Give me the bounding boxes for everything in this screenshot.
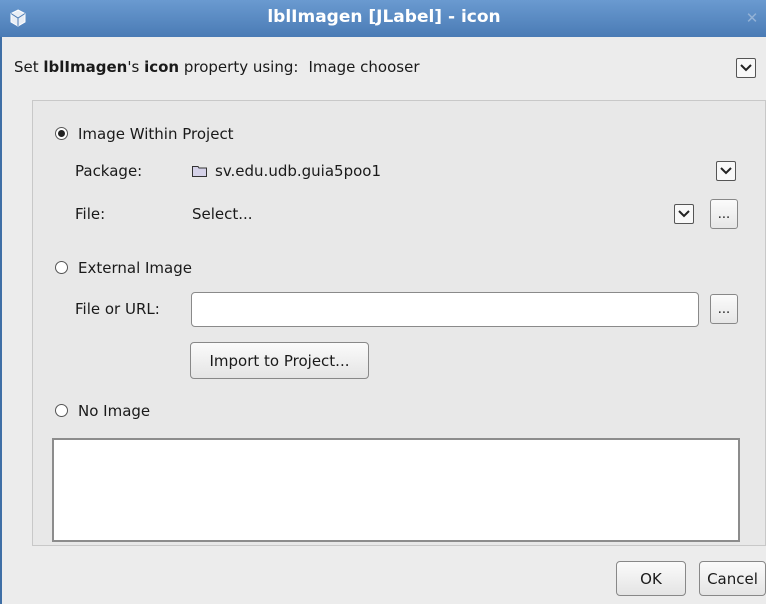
editor-type-dropdown[interactable] (736, 58, 756, 78)
file-select-value: Select... (192, 205, 253, 223)
chevron-down-icon (720, 167, 732, 175)
radio-indicator[interactable] (55, 127, 68, 140)
url-browse-button[interactable]: ... (710, 294, 738, 324)
property-editor-dialog: lblImagen [JLabel] - icon ✕ Set lblImage… (0, 0, 766, 604)
radio-image-within-project[interactable]: Image Within Project (55, 125, 234, 143)
source-prefix: Set (14, 58, 44, 76)
chevron-down-icon (678, 210, 690, 218)
radio-label: External Image (78, 259, 192, 277)
radio-label: Image Within Project (78, 125, 234, 143)
package-label: Package: (75, 162, 143, 180)
ok-button[interactable]: OK (616, 561, 686, 596)
source-suffix: property using: (179, 58, 299, 76)
folder-icon (192, 166, 207, 177)
title-bar[interactable]: lblImagen [JLabel] - icon ✕ (0, 0, 766, 37)
package-name: sv.edu.udb.guia5poo1 (215, 162, 381, 180)
file-dropdown[interactable] (674, 204, 694, 224)
close-icon[interactable]: ✕ (742, 8, 762, 28)
radio-indicator[interactable] (55, 261, 68, 274)
source-possessive: 's (127, 58, 145, 76)
radio-external-image[interactable]: External Image (55, 259, 192, 277)
radio-indicator[interactable] (55, 404, 68, 417)
chevron-down-icon (740, 64, 752, 72)
package-dropdown[interactable] (716, 161, 736, 181)
file-or-url-label: File or URL: (75, 300, 160, 318)
file-or-url-input[interactable] (191, 292, 699, 327)
import-to-project-button[interactable]: Import to Project... (190, 342, 369, 379)
cancel-button[interactable]: Cancel (699, 561, 766, 596)
window-title: lblImagen [JLabel] - icon (267, 7, 501, 27)
radio-label: No Image (78, 402, 151, 420)
file-label: File: (75, 205, 106, 223)
property-source-row: Set lblImagen's icon property using: Imag… (14, 58, 420, 76)
radio-no-image[interactable]: No Image (55, 402, 150, 420)
component-name: lblImagen (43, 58, 128, 76)
editor-type-value: Image chooser (308, 58, 420, 76)
package-value: sv.edu.udb.guia5poo1 (192, 162, 381, 180)
image-preview-area (52, 438, 740, 542)
file-browse-button[interactable]: ... (710, 199, 738, 229)
property-name: icon (144, 58, 180, 76)
